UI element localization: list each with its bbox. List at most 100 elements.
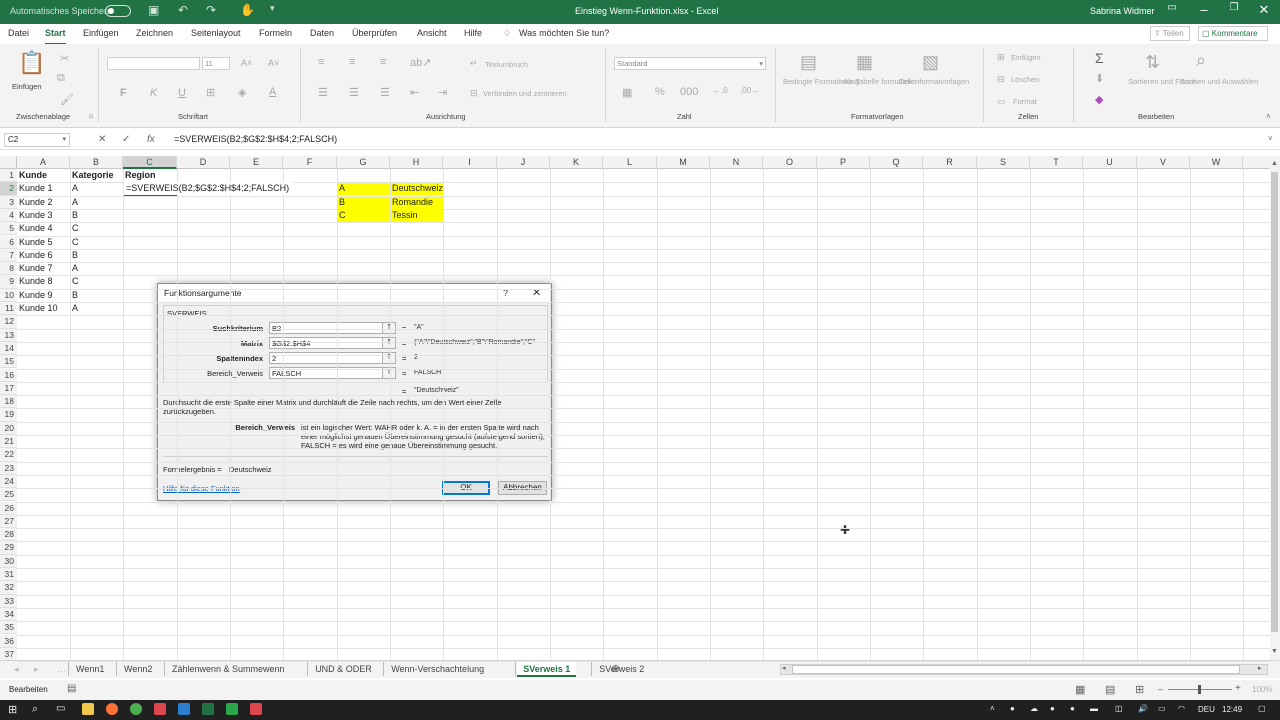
format-cells-icon[interactable]: ▭ [997, 96, 1006, 107]
search-tell-me[interactable]: Was möchten Sie tun? [519, 28, 609, 38]
column-header-g[interactable]: G [337, 156, 390, 169]
row-header-2[interactable]: 2 [0, 182, 17, 196]
share-button[interactable]: ⇪ Teilen [1150, 26, 1190, 41]
menu-ueberpruefen[interactable]: Überprüfen [352, 28, 397, 38]
cell-lookup-key[interactable]: A [337, 182, 390, 196]
cell-lookup-key[interactable]: B [337, 195, 390, 209]
comments-button[interactable]: ▢ Kommentare [1198, 26, 1268, 41]
wrap-text-icon[interactable]: ↵ [470, 58, 478, 69]
cell-category[interactable]: C [70, 236, 79, 249]
formula-input[interactable]: =SVERWEIS(B2;$G$2:$H$4;2;FALSCH) [174, 134, 337, 144]
vertical-scroll-thumb[interactable] [1271, 172, 1278, 632]
menu-hilfe[interactable]: Hilfe [464, 28, 482, 38]
tray-icon[interactable]: ● [1070, 704, 1075, 713]
cell-category[interactable]: B [70, 249, 78, 262]
task-view-icon[interactable]: ▭ [56, 703, 65, 714]
volume-icon[interactable]: 🔊 [1138, 704, 1148, 713]
align-left-icon[interactable]: ☰ [318, 86, 328, 99]
row-header-31[interactable]: 31 [0, 568, 17, 582]
cell-customer[interactable]: Kunde 2 [17, 196, 53, 209]
notifications-icon[interactable]: ▢ [1258, 704, 1266, 713]
row-header-24[interactable]: 24 [0, 474, 17, 489]
cell-lookup-region[interactable]: Tessin [390, 208, 443, 222]
collapse-dialog-icon[interactable]: ⭡ [382, 338, 395, 348]
column-header-m[interactable]: M [657, 156, 710, 169]
row-header-10[interactable]: 10 [0, 288, 17, 302]
row-header-32[interactable]: 32 [0, 581, 17, 595]
chrome-icon[interactable] [130, 703, 142, 715]
zoom-level[interactable]: 100% [1252, 685, 1272, 694]
sheet-tab[interactable]: Wenn2 [118, 662, 158, 677]
normal-view-icon[interactable]: ▦ [1075, 683, 1085, 696]
sort-filter-button[interactable]: Sortieren und Filtern [1128, 77, 1196, 87]
sheet-tab[interactable]: UND & ODER [309, 662, 378, 677]
cell-customer[interactable]: Kunde 5 [17, 236, 53, 249]
menu-formeln[interactable]: Formeln [259, 28, 292, 38]
conditional-format-icon[interactable]: ▤ [800, 52, 817, 73]
grow-font-icon[interactable]: A˄ [241, 58, 252, 68]
autosum-icon[interactable]: Σ [1095, 50, 1104, 66]
cell-lookup-region[interactable]: Romandie [390, 195, 443, 209]
close-icon[interactable]: ✕ [1252, 2, 1276, 18]
delete-cells-icon[interactable]: ⊟ [997, 74, 1005, 85]
row-header-5[interactable]: 5 [0, 222, 17, 236]
row-header-3[interactable]: 3 [0, 195, 17, 209]
row-header-13[interactable]: 13 [0, 328, 17, 342]
orientation-icon[interactable]: ab↗ [410, 56, 431, 69]
cell-category[interactable]: B [70, 209, 78, 222]
app-icon[interactable] [154, 703, 166, 715]
row-header-35[interactable]: 35 [0, 621, 17, 635]
cell-lookup-region[interactable]: Deutschweiz [390, 182, 443, 196]
horizontal-scroll-thumb[interactable] [792, 665, 1240, 674]
column-header-i[interactable]: I [443, 156, 497, 169]
tray-icon[interactable]: ● [1010, 704, 1015, 713]
page-break-icon[interactable]: ⊞ [1135, 683, 1144, 696]
align-top-icon[interactable]: ≡ [318, 56, 324, 68]
merge-center-button[interactable]: Verbinden und zentrieren [483, 89, 567, 99]
column-header-c[interactable]: C [123, 156, 177, 169]
cell-styles-icon[interactable]: ▧ [922, 52, 939, 73]
column-header-u[interactable]: U [1083, 156, 1137, 169]
excel-icon[interactable] [202, 703, 214, 715]
cell-category[interactable]: C [70, 275, 79, 288]
fill-color-icon[interactable]: ◈ [238, 86, 246, 99]
row-header-23[interactable]: 23 [0, 461, 17, 475]
bold-button[interactable]: F [120, 87, 127, 99]
file-explorer-icon[interactable] [82, 703, 94, 715]
ribbon-options-icon[interactable]: ▭ [1160, 2, 1184, 13]
app-icon[interactable] [250, 703, 262, 715]
row-header-30[interactable]: 30 [0, 554, 17, 568]
cell-customer[interactable]: Kunde 4 [17, 222, 53, 235]
column-header-d[interactable]: D [177, 156, 230, 169]
menu-ansicht[interactable]: Ansicht [417, 28, 447, 38]
fill-icon[interactable]: ⬇ [1095, 72, 1104, 85]
row-header-19[interactable]: 19 [0, 408, 17, 422]
sheet-tab[interactable]: SVerweis 1 [517, 662, 577, 677]
touch-mode-icon[interactable]: ✋ [240, 3, 255, 17]
cell-category[interactable]: A [70, 262, 78, 275]
decrease-indent-icon[interactable]: ⇤ [410, 86, 419, 99]
menu-daten[interactable]: Daten [310, 28, 334, 38]
row-header-8[interactable]: 8 [0, 262, 17, 276]
column-header-h[interactable]: H [390, 156, 443, 169]
scroll-tabs-left-icon[interactable]: ◂ [14, 662, 19, 677]
font-size-select[interactable]: 11 [202, 57, 230, 70]
tray-chevron-icon[interactable]: ˄ [990, 704, 995, 713]
page-layout-icon[interactable]: ▤ [1105, 683, 1115, 696]
column-header-o[interactable]: O [763, 156, 817, 169]
insert-cells-button[interactable]: Einfügen [1011, 53, 1041, 63]
row-header-17[interactable]: 17 [0, 381, 17, 396]
sheet-tab[interactable]: SVerweis 2 [593, 662, 650, 677]
row-header-15[interactable]: 15 [0, 355, 17, 369]
scroll-up-icon[interactable]: ▲ [1271, 160, 1278, 167]
italic-button[interactable]: K [150, 87, 157, 99]
arg-input-spaltenindex[interactable]: 2 [269, 352, 396, 364]
wrap-text-button[interactable]: Textumbruch [485, 60, 528, 70]
align-middle-icon[interactable]: ≡ [349, 56, 355, 68]
battery-icon[interactable]: ▭ [1158, 704, 1166, 713]
expand-formula-icon[interactable]: ˅ [1268, 134, 1273, 143]
increase-decimal-icon[interactable]: ←,0 [713, 86, 728, 95]
sheet-tab[interactable]: Wenn1 [70, 662, 110, 677]
comma-style-icon[interactable]: 000 [680, 86, 698, 98]
cut-icon[interactable]: ✂ [60, 52, 69, 65]
